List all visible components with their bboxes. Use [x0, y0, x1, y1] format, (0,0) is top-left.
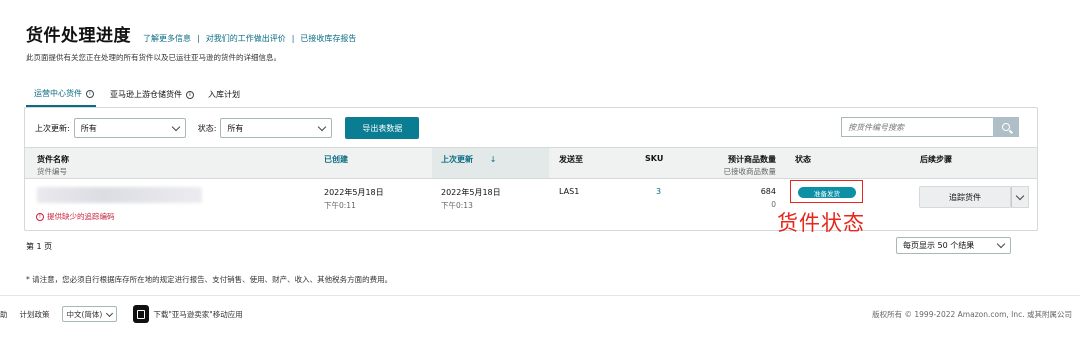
track-shipment-button[interactable]: 追踪货件	[919, 186, 1011, 208]
tab-fulfillment-center-shipments[interactable]: 运营中心货件 i	[26, 88, 96, 107]
chevron-down-icon	[996, 239, 1006, 249]
info-icon[interactable]: i	[186, 90, 194, 99]
warning-text: 提供缺少的追踪编码	[47, 212, 115, 221]
destination: LAS1	[559, 187, 580, 196]
status-badge: 准备发货	[798, 187, 856, 198]
tab-upstream-storage-shipments[interactable]: 亚马逊上游仓储货件 i	[110, 88, 194, 107]
column-label: 发送至	[559, 155, 583, 164]
footer-program-policies-link[interactable]: 计划政策	[20, 309, 50, 320]
column-label: 状态	[795, 155, 811, 164]
page-title: 货件处理进度	[26, 26, 131, 46]
last-updated-select[interactable]: 所有	[73, 118, 186, 138]
search-input[interactable]: 按货件编号搜索	[841, 117, 993, 137]
status-filter-label: 状态:	[197, 123, 217, 133]
link-separator: |	[197, 34, 200, 43]
chevron-down-icon	[106, 309, 114, 317]
page-description: 此页面提供有关您正在处理的所有货件以及已运往亚马逊的货件的详细信息。	[26, 53, 281, 62]
status-select[interactable]: 所有	[220, 118, 333, 138]
column-label: 预计商品数量	[728, 155, 776, 164]
tax-footnote: * 请注意，您必须自行根据库存所在地的规定进行报告、支付销售、使用、财产、收入、…	[26, 275, 393, 284]
next-steps-dropdown[interactable]	[1011, 186, 1029, 208]
tab-inbound-plans[interactable]: 入库计划	[208, 88, 240, 107]
column-sku: SKU	[645, 148, 665, 178]
column-label: 已创建	[324, 155, 348, 164]
sort-down-icon: ↓	[489, 155, 497, 164]
updated-date: 2022年5月18日	[441, 188, 501, 197]
link-separator: |	[291, 34, 295, 43]
received-quantity: 0	[771, 200, 776, 209]
footer-help-link[interactable]: 助	[0, 309, 8, 320]
created-date: 2022年5月18日	[324, 188, 384, 197]
search-button[interactable]	[993, 117, 1019, 137]
chevron-down-icon	[1015, 191, 1025, 200]
page-indicator: 第 1 页	[26, 242, 53, 251]
column-sublabel: 货件编号	[37, 167, 67, 176]
export-table-button[interactable]: 导出表数据	[345, 117, 420, 139]
filter-bar: 上次更新: 所有 状态: 所有 导出表数据 按货件编号搜索	[35, 117, 1029, 139]
column-label: 上次更新	[441, 155, 473, 164]
updated-time: 下午0:13	[441, 201, 473, 210]
received-inventory-report-link[interactable]: 已接收库存报告	[300, 33, 356, 44]
learn-more-link[interactable]: 了解更多信息	[143, 33, 191, 44]
missing-tracking-warning[interactable]: ! 提供缺少的追踪编码	[36, 211, 115, 222]
status-filter-value: 所有	[227, 123, 244, 133]
footer-divider	[0, 295, 1080, 296]
expected-quantity: 684	[760, 187, 776, 196]
language-value: 中文(简体)	[66, 309, 103, 319]
column-expected-quantity: 预计商品数量 已接收商品数量	[685, 148, 777, 178]
last-updated-value: 所有	[80, 123, 97, 133]
download-app-link[interactable]: 下载"亚马逊卖家"移动应用	[153, 309, 242, 320]
alert-icon: !	[36, 212, 44, 221]
last-updated-label: 上次更新:	[35, 123, 70, 133]
shopping-bag-icon[interactable]	[133, 305, 150, 323]
tab-label: 运营中心货件	[34, 89, 82, 98]
column-sublabel: 已接收商品数量	[723, 167, 777, 176]
results-per-page-select[interactable]: 每页显示 50 个结果	[896, 237, 1011, 254]
created-time: 下午0:11	[324, 201, 356, 210]
shipment-search: 按货件编号搜索	[841, 117, 1019, 137]
page-header: 货件处理进度 了解更多信息 | 对我们的工作做出评价 | 已接收库存报告	[26, 21, 356, 46]
search-icon	[1002, 123, 1010, 131]
tab-label: 入库计划	[208, 90, 240, 99]
table-header: 货件名称 货件编号 已创建 上次更新 ↓ 发送至 SKU 预计商品数量 已接收商…	[25, 147, 1037, 179]
status-annotation: 货件状态	[777, 211, 865, 235]
column-label: SKU	[645, 154, 664, 163]
column-label: 后续步骤	[920, 155, 952, 164]
column-status: 状态	[795, 148, 835, 178]
results-per-page-value: 每页显示 50 个结果	[903, 241, 975, 250]
chevron-down-icon	[318, 122, 327, 131]
copyright-text: 版权所有 © 1999-2022 Amazon.com, Inc. 或其附属公司	[872, 309, 1072, 319]
footer: 助 计划政策 中文(简体) 下载"亚马逊卖家"移动应用 版权所有 © 1999-…	[0, 304, 1080, 324]
tab-label: 亚马逊上游仓储货件	[110, 90, 182, 99]
column-ship-to: 发送至	[559, 148, 619, 178]
column-next-steps: 后续步骤	[920, 148, 980, 178]
column-created[interactable]: 已创建	[324, 148, 432, 178]
table-row: ! 提供缺少的追踪编码 2022年5月18日 下午0:11 2022年5月18日…	[25, 179, 1037, 231]
sku-count-link[interactable]: 3	[656, 187, 661, 196]
shipments-panel: 上次更新: 所有 状态: 所有 导出表数据 按货件编号搜索 货件名称 货件编号 …	[24, 107, 1038, 231]
info-icon[interactable]: i	[86, 89, 94, 98]
language-select[interactable]: 中文(简体)	[61, 306, 118, 322]
column-label: 货件名称	[37, 155, 69, 164]
column-shipment-name: 货件名称 货件编号	[37, 148, 237, 178]
shipment-tabs: 运营中心货件 i 亚马逊上游仓储货件 i 入库计划	[26, 88, 254, 107]
redacted-shipment-name	[37, 187, 202, 203]
chevron-down-icon	[171, 122, 180, 131]
column-last-updated[interactable]: 上次更新 ↓	[432, 148, 549, 178]
feedback-link[interactable]: 对我们的工作做出评价	[206, 33, 286, 44]
